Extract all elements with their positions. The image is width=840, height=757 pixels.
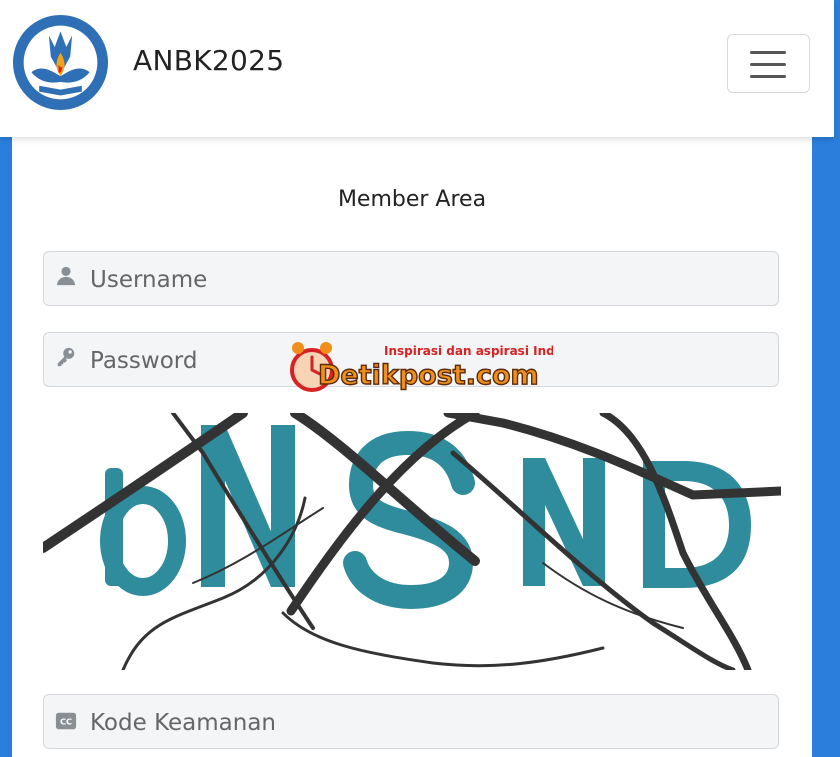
user-icon [56,266,76,286]
watermark-tagline: Inspirasi dan aspirasi Indonesia [384,344,553,358]
key-icon [57,347,75,367]
hamburger-icon-line [750,75,786,78]
captcha-graphic [43,413,781,670]
navbar-toggle-button[interactable] [727,34,810,93]
security-code-field[interactable]: CC [43,694,779,750]
security-code-input[interactable] [88,695,772,750]
watermark-name: Detikpost.com [318,360,539,391]
cc-icon: CC [55,712,77,730]
username-input[interactable] [88,252,772,307]
app-title: ANBK2025 [133,44,285,77]
svg-text:CC: CC [60,717,72,727]
hamburger-icon-line [750,63,786,66]
tut-wuri-handayani-logo [12,14,109,111]
detikpost-watermark: Inspirasi dan aspirasi Indonesia Detikpo… [290,342,553,392]
captcha-image [43,413,781,670]
page-title: Member Area [337,187,487,212]
navbar: ANBK2025 [0,0,834,137]
hamburger-icon [750,51,786,54]
username-field[interactable] [43,251,779,307]
